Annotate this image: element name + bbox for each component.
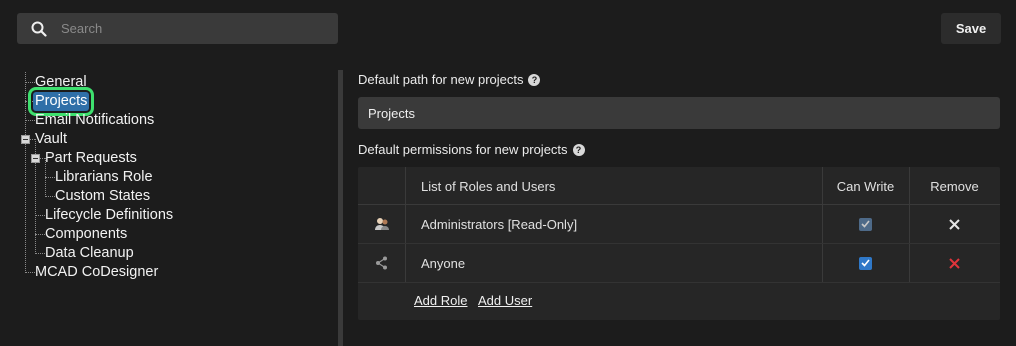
table-row-name: Anyone (421, 255, 466, 271)
tree-scrollbar[interactable] (338, 70, 343, 346)
default-permissions-label: Default permissions for new projects ? (358, 142, 585, 157)
save-button[interactable]: Save (941, 13, 1001, 44)
search-input[interactable] (61, 21, 321, 36)
column-divider (405, 167, 406, 282)
help-icon[interactable]: ? (572, 143, 585, 156)
tree-item-projects[interactable]: Projects (27, 87, 95, 116)
tree-item-librarians-role[interactable]: Librarians Role (55, 168, 153, 187)
user-group-icon (358, 205, 405, 243)
tree-connector (45, 196, 55, 197)
tree-item-email-notifications[interactable]: Email Notifications (35, 111, 154, 130)
tree-connector (35, 234, 45, 235)
remove-icon[interactable] (909, 205, 1000, 243)
row-divider (358, 282, 1000, 283)
tree-connector (25, 72, 26, 273)
column-header-roles: List of Roles and Users (421, 178, 556, 194)
part-requests-collapse-icon[interactable] (31, 154, 40, 163)
share-icon (358, 244, 405, 282)
can-write-checkbox (822, 205, 909, 243)
default-path-field[interactable]: Projects (358, 97, 1000, 129)
column-header-remove: Remove (930, 178, 979, 194)
remove-icon[interactable] (909, 244, 1000, 282)
vault-collapse-icon[interactable] (21, 135, 30, 144)
permissions-table: List of Roles and Users Can Write Remove… (358, 167, 1000, 320)
tree-connector (25, 120, 35, 121)
tree-connector (45, 177, 55, 178)
tree-connector (25, 272, 35, 273)
tree-item-part-requests[interactable]: Part Requests (45, 149, 137, 168)
tree-connector (35, 215, 45, 216)
tree-item-vault[interactable]: Vault (35, 130, 67, 149)
help-icon[interactable]: ? (528, 73, 541, 86)
tree-connector (35, 253, 45, 254)
tree-item-custom-states[interactable]: Custom States (55, 187, 150, 206)
can-write-checkbox[interactable] (822, 244, 909, 282)
tree-item-components[interactable]: Components (45, 225, 127, 244)
column-header-can-write: Can Write (836, 178, 895, 194)
tree-item-lifecycle-definitions[interactable]: Lifecycle Definitions (45, 206, 173, 225)
table-row-name: Administrators [Read-Only] (421, 216, 578, 232)
add-role-link[interactable]: Add Role (414, 293, 467, 308)
default-path-label-text: Default path for new projects (358, 72, 524, 87)
add-user-link[interactable]: Add User (478, 293, 532, 308)
tree-item-data-cleanup[interactable]: Data Cleanup (45, 244, 134, 263)
tree-connector (25, 82, 35, 83)
search-icon (17, 21, 61, 37)
default-permissions-label-text: Default permissions for new projects (358, 142, 568, 157)
tree-item-general[interactable]: General (35, 73, 87, 92)
default-path-label: Default path for new projects ? (358, 72, 541, 87)
search-bar[interactable] (17, 13, 338, 44)
tree-item-mcad-codesigner[interactable]: MCAD CoDesigner (35, 263, 158, 282)
